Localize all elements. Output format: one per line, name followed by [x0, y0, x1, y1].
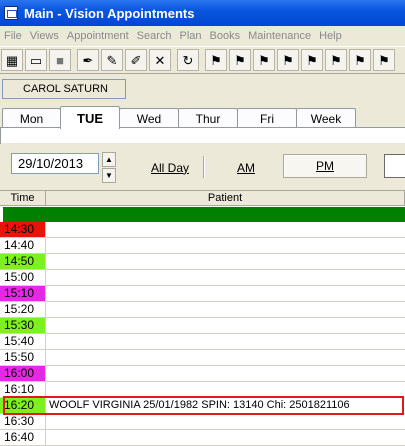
pencil-x-icon[interactable]: ✐	[125, 49, 147, 71]
table-row[interactable]: 15:20	[0, 302, 405, 318]
table-row[interactable]: 14:50	[0, 254, 405, 270]
table-row[interactable]: 15:10	[0, 286, 405, 302]
table-row[interactable]: 15:40	[0, 334, 405, 350]
tab-week[interactable]: Week	[296, 108, 356, 128]
pencil-icon[interactable]: ✎	[101, 49, 123, 71]
table-row[interactable]: 16:10	[0, 382, 405, 398]
slot-patient[interactable]	[46, 222, 405, 237]
slot-time: 16:10	[0, 382, 46, 397]
table-row[interactable]: 15:50	[0, 350, 405, 366]
flag-7-icon[interactable]: ⚑	[349, 49, 371, 71]
title-bar: Main - Vision Appointments	[0, 0, 405, 26]
table-row[interactable]: 14:30	[0, 222, 405, 238]
pm-button[interactable]: PM	[283, 154, 367, 178]
slot-patient[interactable]: WOOLF VIRGINIA 25/01/1982 SPIN: 13140 Ch…	[46, 398, 405, 413]
menu-views[interactable]: Views	[26, 30, 63, 42]
refresh-icon[interactable]: ↻	[177, 49, 199, 71]
slot-patient[interactable]	[46, 302, 405, 317]
pen-icon[interactable]: ✒	[77, 49, 99, 71]
slot-patient[interactable]	[46, 350, 405, 365]
slot-time: 15:30	[0, 318, 46, 333]
menu-maintenance[interactable]: Maintenance	[244, 30, 315, 42]
slot-time: 16:20	[0, 398, 46, 413]
slot-time: 16:00	[0, 366, 46, 381]
tab-fri[interactable]: Fri	[237, 108, 297, 128]
appointment-grid: Time Patient 14:30 14:40 14:50 15:00 15:…	[0, 190, 405, 446]
slot-time: 14:30	[0, 222, 46, 237]
session-bar	[3, 207, 405, 222]
menu-books[interactable]: Books	[206, 30, 245, 42]
table-row[interactable]: 16:40	[0, 430, 405, 446]
date-down-icon[interactable]: ▼	[102, 168, 116, 183]
date-field[interactable]: 29/10/2013	[11, 153, 99, 174]
window-title: Main - Vision Appointments	[24, 5, 195, 21]
slot-time: 15:40	[0, 334, 46, 349]
menu-bar: File Views Appointment Search Plan Books…	[0, 26, 405, 45]
menu-search[interactable]: Search	[133, 30, 176, 42]
delete-x-icon[interactable]: ✕	[149, 49, 171, 71]
slot-patient[interactable]	[46, 318, 405, 333]
all-day-button[interactable]: All Day	[151, 161, 189, 175]
slot-time: 16:40	[0, 430, 46, 445]
slot-patient[interactable]	[46, 334, 405, 349]
grid-header: Time Patient	[0, 191, 405, 206]
slot-time: 16:30	[0, 414, 46, 429]
flag-3-icon[interactable]: ⚑	[253, 49, 275, 71]
calendar-icon[interactable]: ▭	[25, 49, 47, 71]
tab-panel	[0, 127, 405, 144]
slot-patient[interactable]	[46, 430, 405, 445]
flag-1-icon[interactable]: ⚑	[205, 49, 227, 71]
divider	[203, 156, 205, 178]
slot-patient[interactable]	[46, 270, 405, 285]
tab-tue[interactable]: TUE	[60, 106, 120, 129]
am-button[interactable]: AM	[237, 161, 255, 175]
flag-5-icon[interactable]: ⚑	[301, 49, 323, 71]
patient-column-header[interactable]: Patient	[46, 191, 405, 206]
slot-time: 15:00	[0, 270, 46, 285]
slot-time: 15:20	[0, 302, 46, 317]
slot-patient[interactable]	[46, 414, 405, 429]
slot-patient[interactable]	[46, 238, 405, 253]
tab-thur[interactable]: Thur	[178, 108, 238, 128]
date-up-icon[interactable]: ▲	[102, 152, 116, 167]
calendar-grid-icon[interactable]: ▦	[1, 49, 23, 71]
slot-patient[interactable]	[46, 366, 405, 381]
app-icon	[4, 6, 18, 20]
table-row[interactable]: 14:40	[0, 238, 405, 254]
toolbar: ▦ ▭ ■ ✒ ✎ ✐ ✕ ↻ ⚑ ⚑ ⚑ ⚑ ⚑ ⚑ ⚑ ⚑	[0, 46, 405, 74]
menu-help[interactable]: Help	[315, 30, 346, 42]
tab-wed[interactable]: Wed	[119, 108, 179, 128]
slot-patient[interactable]	[46, 286, 405, 301]
flag-8-icon[interactable]: ⚑	[373, 49, 395, 71]
table-row[interactable]: 16:30	[0, 414, 405, 430]
flag-4-icon[interactable]: ⚑	[277, 49, 299, 71]
clinician-selector[interactable]: CAROL SATURN	[2, 79, 126, 99]
day-tabs: Mon TUE Wed Thur Fri Week	[0, 106, 405, 129]
slot-time: 15:50	[0, 350, 46, 365]
menu-appointment[interactable]: Appointment	[63, 30, 133, 42]
gray-block-icon[interactable]: ■	[49, 49, 71, 71]
flag-6-icon[interactable]: ⚑	[325, 49, 347, 71]
slot-time: 15:10	[0, 286, 46, 301]
table-row[interactable]: 15:00	[0, 270, 405, 286]
slot-time: 14:50	[0, 254, 46, 269]
slot-patient[interactable]	[46, 254, 405, 269]
table-row[interactable]: 16:00	[0, 366, 405, 382]
grid-rows: 14:30 14:40 14:50 15:00 15:10 15:20 15:3…	[0, 222, 405, 446]
slot-patient[interactable]	[46, 382, 405, 397]
flag-2-icon[interactable]: ⚑	[229, 49, 251, 71]
date-controls: 29/10/2013 ▲ ▼ All Day AM PM	[0, 143, 405, 187]
extra-button[interactable]	[384, 154, 405, 178]
time-column-header[interactable]: Time	[0, 191, 46, 206]
slot-time: 14:40	[0, 238, 46, 253]
table-row[interactable]: 15:30	[0, 318, 405, 334]
table-row[interactable]: 16:20 WOOLF VIRGINIA 25/01/1982 SPIN: 131…	[0, 398, 405, 414]
menu-plan[interactable]: Plan	[176, 30, 206, 42]
tab-mon[interactable]: Mon	[2, 108, 61, 128]
menu-file[interactable]: File	[0, 30, 26, 42]
